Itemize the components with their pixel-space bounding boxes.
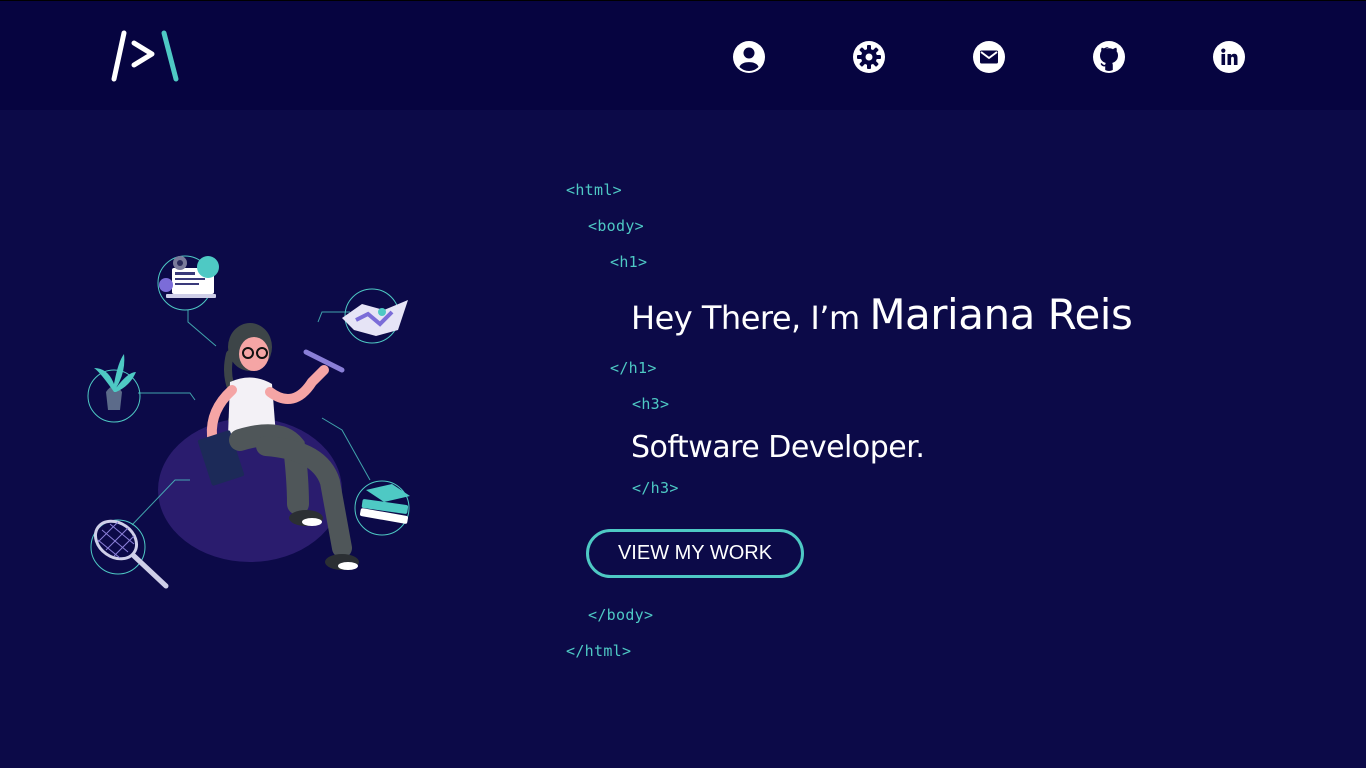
code-tag-html-open: <html> [566,181,622,199]
code-tag-html-close: </html> [566,642,632,660]
linkedin-icon[interactable] [1212,40,1246,74]
code-tag-h1-close: </h1> [610,359,657,377]
hero-greeting-text: Hey There, I’m [631,299,860,337]
developer-illustration [87,255,410,589]
code-tag-h1-open: <h1> [610,253,648,271]
hero-role: Software Developer. [631,430,925,465]
logo-icon[interactable] [98,29,182,83]
code-tag-body-close: </body> [588,606,654,624]
gear-icon[interactable] [852,40,886,74]
github-icon[interactable] [1092,40,1126,74]
hero-name: Mariana Reis [869,290,1133,339]
hero-heading: Hey There, I’m Mariana Reis [631,290,1133,339]
code-tag-h3-close: </h3> [632,479,679,497]
user-icon[interactable] [732,40,766,74]
code-tag-body-open: <body> [588,217,644,235]
code-tag-h3-open: <h3> [632,395,670,413]
top-navigation-bar [0,0,1366,110]
view-my-work-button[interactable]: VIEW MY WORK [586,529,804,578]
mail-icon[interactable] [972,40,1006,74]
